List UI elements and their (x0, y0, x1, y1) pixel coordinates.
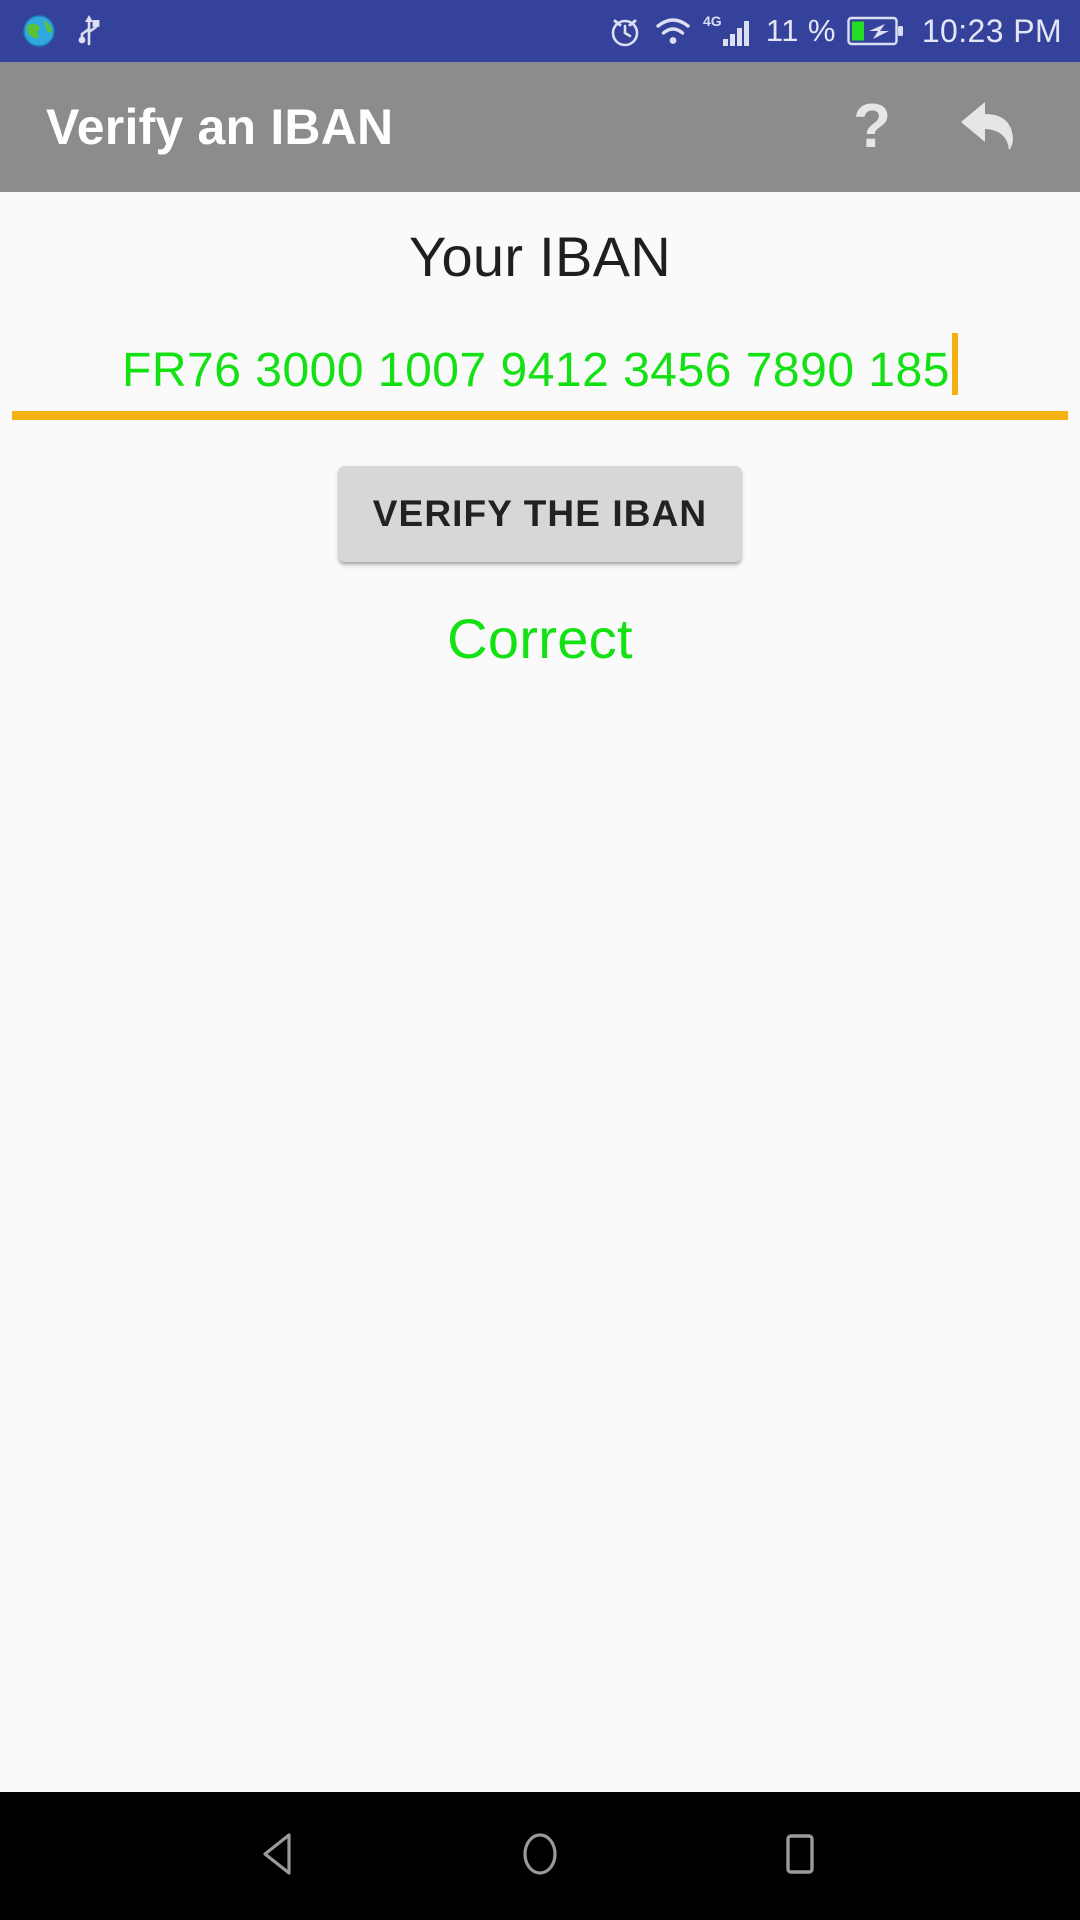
status-time-label: 10:23 PM (921, 12, 1062, 49)
main-content: Your IBAN FR76 3000 1007 9412 3456 7890 … (0, 192, 1080, 1792)
usb-icon (74, 13, 104, 49)
question-mark-icon: ? (853, 92, 891, 161)
iban-field-label: Your IBAN (408, 225, 672, 288)
app-bar-actions: ? (834, 89, 1054, 165)
help-button[interactable]: ? (834, 89, 910, 165)
svg-text:4G: 4G (703, 13, 722, 29)
nav-back-icon (251, 1825, 309, 1888)
status-bar: 4G 11 % 10:23 PM (0, 0, 1080, 62)
nav-home-button[interactable] (485, 1801, 595, 1911)
iban-input[interactable]: FR76 3000 1007 9412 3456 7890 185 (122, 347, 950, 395)
phone-screen: 4G 11 % 10:23 PM Verify an IBAN ? Your I… (0, 0, 1080, 1920)
nav-back-button[interactable] (225, 1801, 335, 1911)
globe-icon (22, 14, 56, 48)
mobile-signal-icon: 4G (703, 13, 755, 49)
status-bar-right-icons: 4G 11 % 10:23 PM (607, 13, 1062, 50)
iban-input-row[interactable]: FR76 3000 1007 9412 3456 7890 185 (12, 329, 1068, 395)
page-title: Verify an IBAN (46, 99, 394, 155)
status-bar-left-icons (22, 13, 104, 49)
nav-recents-icon (771, 1825, 829, 1888)
wifi-icon (654, 15, 692, 47)
android-navigation-bar (0, 1792, 1080, 1920)
verify-iban-button-label: VERIFY THE IBAN (372, 493, 708, 534)
reply-back-arrow-icon (955, 94, 1025, 161)
iban-input-container[interactable]: FR76 3000 1007 9412 3456 7890 185 (0, 329, 1080, 420)
verification-result-text: Correct (447, 607, 633, 670)
text-caret (951, 333, 958, 395)
battery-percent-label: 11 % (765, 13, 836, 48)
app-bar: Verify an IBAN ? (0, 62, 1080, 192)
alarm-icon (607, 13, 643, 49)
iban-input-underline (12, 411, 1068, 420)
nav-recents-button[interactable] (745, 1801, 855, 1911)
verify-iban-button[interactable]: VERIFY THE IBAN (338, 466, 742, 562)
back-button[interactable] (952, 89, 1028, 165)
nav-home-icon (511, 1825, 569, 1888)
battery-charging-icon (847, 15, 905, 47)
